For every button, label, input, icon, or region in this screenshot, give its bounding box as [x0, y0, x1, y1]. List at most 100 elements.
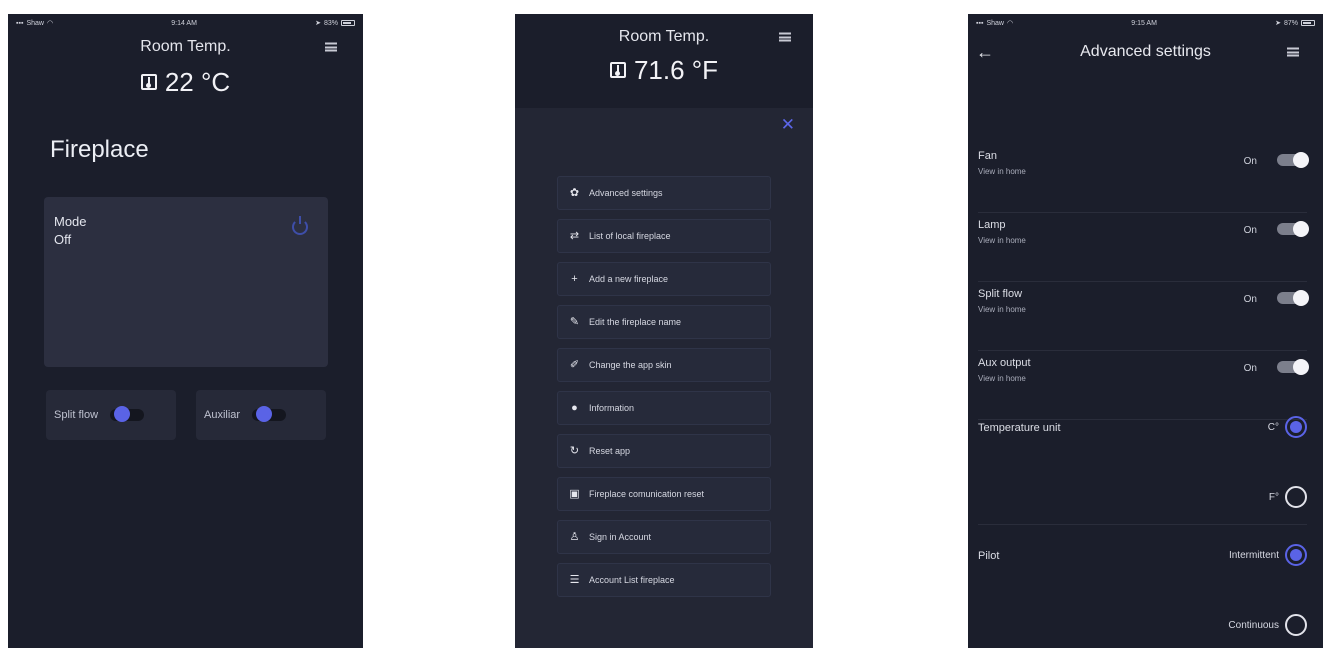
battery-icon — [341, 20, 355, 26]
menu-item-label: Sign in Account — [589, 532, 652, 542]
info-icon: ● — [571, 401, 578, 414]
radio-label: C° — [1267, 421, 1279, 433]
menu-item-edit-fireplace-name[interactable]: ✎ Edit the fireplace name — [557, 305, 771, 339]
menu-item-account-list[interactable]: ☰ Account List fireplace — [557, 563, 771, 597]
wifi-icon: ◠ — [1006, 20, 1014, 27]
mode-card[interactable]: Mode Off — [44, 197, 328, 367]
setting-row-aux-output: Aux output View in home On — [978, 351, 1309, 420]
menu-list: ✿ Advanced settings ⇄ List of local fire… — [557, 176, 771, 606]
split-flow-toggle[interactable] — [110, 406, 145, 422]
menu-item-label: Account List fireplace — [589, 575, 675, 585]
radio-continuous[interactable] — [1285, 614, 1307, 636]
phone-screen-menu: Room Temp. 71.6 °F ✕ ✿ Advanced settings… — [515, 14, 813, 648]
menu-item-reset-app[interactable]: ↻ Reset app — [557, 434, 771, 468]
radio-option-intermittent[interactable]: Intermittent — [1229, 544, 1307, 566]
radio-label: Continuous — [1228, 619, 1279, 631]
radio-option-fahrenheit[interactable]: F° — [1269, 486, 1307, 508]
menu-item-label: List of local fireplace — [589, 231, 671, 241]
hamburger-menu-icon[interactable] — [1287, 47, 1299, 57]
auxiliar-toggle[interactable] — [252, 406, 287, 422]
back-arrow-icon[interactable]: ← — [976, 43, 994, 61]
temperature-unit-label: Temperature unit — [978, 422, 1061, 434]
menu-item-label: Change the app skin — [589, 360, 672, 370]
setting-subtitle: View in home — [978, 167, 1026, 176]
menu-item-sign-in[interactable]: ♙ Sign in Account — [557, 520, 771, 554]
battery-percent: 83% — [323, 19, 338, 27]
close-icon[interactable]: ✕ — [781, 116, 795, 133]
auxiliar-label: Auxiliar — [204, 409, 241, 421]
setting-title: Fan — [978, 150, 997, 162]
status-time: 9:15 AM — [1131, 19, 1157, 27]
menu-item-label: Edit the fireplace name — [589, 317, 682, 327]
menu-item-label: Information — [589, 403, 635, 413]
swap-icon: ⇄ — [569, 229, 580, 242]
app-header: Room Temp. — [8, 32, 363, 62]
divider — [978, 524, 1307, 525]
signal-icon: ▪▪▪ — [16, 19, 24, 27]
status-time: 9:14 AM — [171, 19, 197, 27]
brush-icon: ✐ — [569, 358, 580, 371]
split-flow-card: Split flow — [46, 390, 176, 440]
radio-label: Intermittent — [1228, 549, 1279, 561]
temperature-readout: 22 °C — [8, 62, 363, 102]
hamburger-menu-icon[interactable] — [779, 32, 791, 42]
carrier-name: Shaw — [26, 19, 44, 27]
radio-celsius[interactable] — [1285, 416, 1307, 438]
pilot-label: Pilot — [978, 550, 1000, 562]
radio-option-continuous[interactable]: Continuous — [1228, 614, 1307, 636]
split-flow-label: Split flow — [54, 409, 99, 421]
thermometer-icon — [140, 74, 157, 90]
page-title: Room Temp. — [140, 38, 231, 55]
hamburger-menu-icon[interactable] — [325, 42, 337, 52]
plus-icon: + — [571, 272, 578, 285]
signal-icon: ▪▪▪ — [976, 19, 984, 27]
status-bar: ▪▪▪ Shaw ◠ 9:15 AM ➤ 87% — [968, 14, 1323, 32]
setting-subtitle: View in home — [978, 374, 1026, 383]
location-icon: ➤ — [1275, 20, 1281, 27]
temperature-readout: 71.6 °F — [515, 50, 813, 90]
auxiliar-card: Auxiliar — [196, 390, 326, 440]
app-header: ← Advanced settings — [968, 32, 1323, 72]
setting-state: On — [1243, 225, 1257, 236]
menu-item-information[interactable]: ● Information — [557, 391, 771, 425]
radio-fahrenheit[interactable] — [1285, 486, 1307, 508]
page-title: Room Temp. — [618, 28, 710, 45]
menu-item-label: Fireplace comunication reset — [589, 489, 705, 499]
setting-state: On — [1243, 363, 1257, 374]
status-bar: ▪▪▪ Shaw ◠ 9:14 AM ➤ 83% — [8, 14, 363, 32]
gear-icon: ✿ — [569, 186, 580, 199]
temperature-value: 22 °C — [164, 66, 231, 97]
setting-row-lamp: Lamp View in home On — [978, 213, 1309, 282]
power-icon[interactable] — [292, 216, 308, 235]
image-icon: ▣ — [569, 487, 580, 500]
menu-item-communication-reset[interactable]: ▣ Fireplace comunication reset — [557, 477, 771, 511]
radio-option-celsius[interactable]: C° — [1268, 416, 1307, 438]
location-icon: ➤ — [315, 20, 321, 27]
setting-row-fan: Fan View in home On — [978, 144, 1309, 213]
aux-output-toggle[interactable] — [1277, 359, 1309, 375]
setting-subtitle: View in home — [978, 236, 1026, 245]
split-flow-toggle[interactable] — [1277, 290, 1309, 306]
user-icon: ♙ — [569, 530, 580, 543]
menu-item-add-fireplace[interactable]: + Add a new fireplace — [557, 262, 771, 296]
page-title: Advanced settings — [1080, 43, 1211, 60]
setting-state: On — [1243, 156, 1257, 167]
setting-state: On — [1243, 294, 1257, 305]
menu-item-advanced-settings[interactable]: ✿ Advanced settings — [557, 176, 771, 210]
setting-subtitle: View in home — [978, 305, 1026, 314]
menu-item-list-local-fireplace[interactable]: ⇄ List of local fireplace — [557, 219, 771, 253]
reset-icon: ↻ — [569, 444, 580, 457]
battery-percent: 87% — [1283, 19, 1298, 27]
setting-title: Split flow — [978, 288, 1023, 300]
menu-item-label: Add a new fireplace — [589, 274, 669, 284]
setting-title: Lamp — [978, 219, 1006, 231]
lamp-toggle[interactable] — [1277, 221, 1309, 237]
radio-label: F° — [1268, 491, 1279, 503]
section-title: Fireplace — [50, 136, 149, 163]
menu-item-change-skin[interactable]: ✐ Change the app skin — [557, 348, 771, 382]
app-header: Room Temp. 71.6 °F — [515, 14, 813, 108]
settings-list: Fan View in home On Lamp View in home On… — [978, 144, 1309, 420]
fan-toggle[interactable] — [1277, 152, 1309, 168]
phone-screen-advanced-settings: ▪▪▪ Shaw ◠ 9:15 AM ➤ 87% ← Advanced sett… — [968, 14, 1323, 648]
radio-intermittent[interactable] — [1285, 544, 1307, 566]
